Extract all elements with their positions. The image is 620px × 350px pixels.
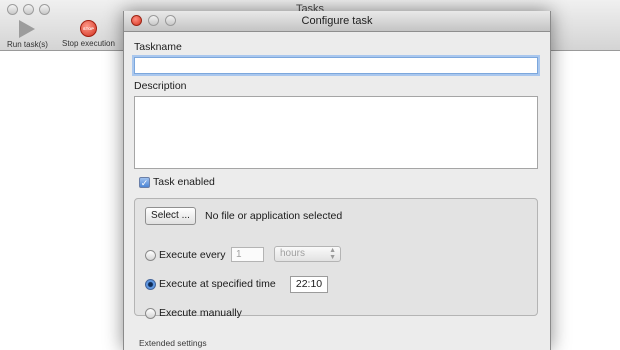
execute-every-radio[interactable]: [145, 250, 156, 261]
stop-execution-label: Stop execution: [62, 39, 115, 48]
run-tasks-label: Run task(s): [7, 40, 48, 49]
configure-task-dialog: Configure task Taskname Description ✓ Ta…: [123, 11, 551, 350]
select-arrows-icon: ▲ ▼: [329, 247, 336, 261]
interval-unit-select[interactable]: hours ▲ ▼: [274, 246, 341, 262]
description-textarea[interactable]: [134, 96, 538, 169]
select-file-button[interactable]: Select ...: [145, 207, 196, 225]
task-enabled-checkbox[interactable]: ✓: [139, 177, 150, 188]
dialog-title: Configure task: [301, 15, 373, 27]
interval-value-input[interactable]: 1: [231, 247, 264, 262]
execute-manually-radio[interactable]: [145, 308, 156, 319]
stop-execution-button[interactable]: STOP Stop execution: [62, 20, 115, 48]
stop-icon: STOP: [79, 20, 97, 37]
extended-settings-label: Extended settings: [139, 338, 207, 348]
interval-unit-value: hours: [280, 248, 306, 259]
execute-manually-label: Execute manually: [159, 307, 242, 319]
execute-at-time-radio[interactable]: [145, 279, 156, 290]
execute-at-time-label: Execute at specified time: [159, 278, 276, 290]
execute-every-label: Execute every: [159, 249, 226, 261]
task-enabled-label: Task enabled: [153, 176, 215, 188]
taskname-input[interactable]: [134, 57, 538, 74]
taskname-label: Taskname: [134, 41, 182, 53]
dialog-titlebar: Configure task: [124, 11, 550, 32]
time-input[interactable]: 22:10: [290, 276, 328, 293]
description-label: Description: [134, 80, 187, 92]
schedule-settings-group: Select ... No file or application select…: [134, 198, 538, 319]
file-status-text: No file or application selected: [205, 210, 343, 222]
play-icon: [19, 20, 36, 38]
run-tasks-button[interactable]: Run task(s): [7, 20, 48, 49]
